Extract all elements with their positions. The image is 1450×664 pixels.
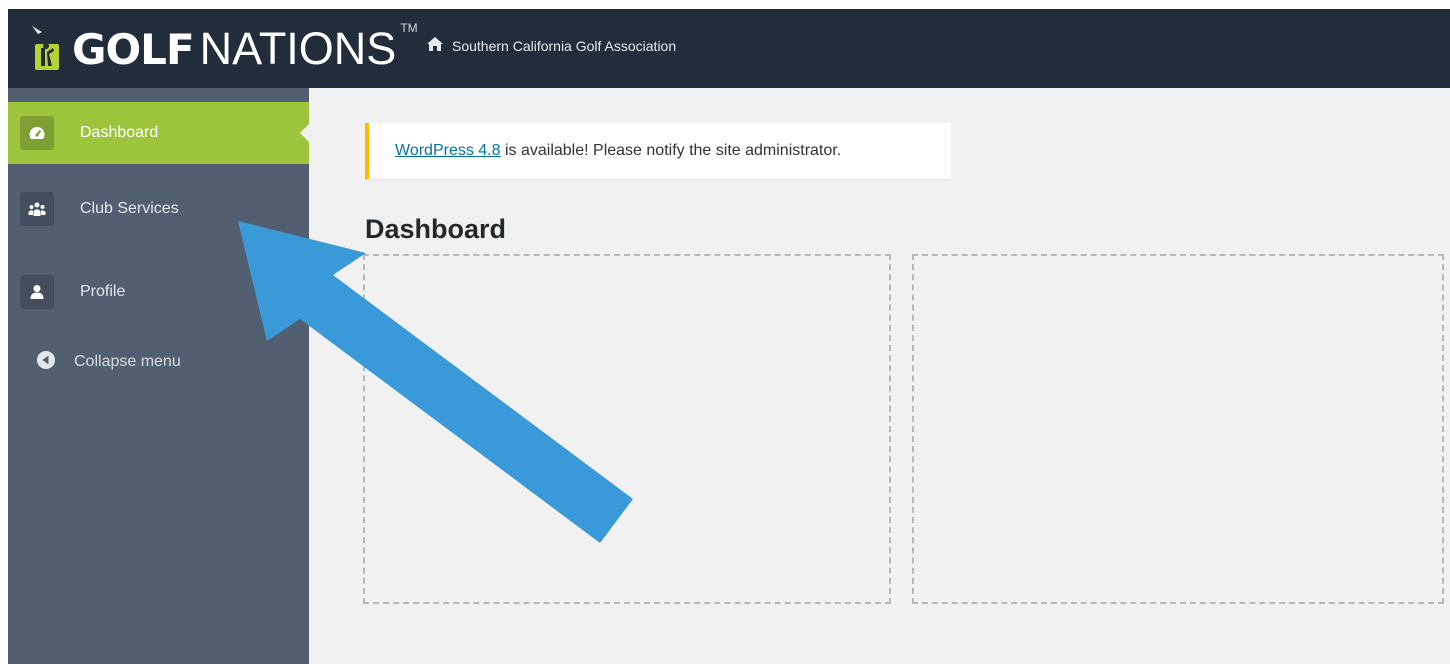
notice-message: is available! Please notify the site adm…: [500, 142, 842, 159]
logo-trademark: TM: [400, 21, 418, 35]
sidebar-item-club-services[interactable]: Club Services: [8, 178, 309, 240]
admin-sidebar: Dashboard Club Services Profile Collapse…: [8, 88, 309, 664]
logo-text-golf: GOLF: [72, 24, 195, 74]
update-notice: WordPress 4.8 is available! Please notif…: [365, 123, 951, 179]
user-icon: [20, 275, 54, 309]
logo-text-nations: NATIONS: [199, 23, 397, 74]
golfnations-logo[interactable]: GOLF NATIONS TM: [30, 19, 418, 79]
app-frame: GOLF NATIONS TM Southern California Golf…: [8, 9, 1450, 664]
dashboard-widget-dropzone-1[interactable]: [363, 254, 891, 604]
golfer-logo-icon: [30, 26, 64, 72]
site-name: Southern California Golf Association: [452, 37, 677, 54]
collapse-menu-label: Collapse menu: [74, 353, 181, 370]
active-caret: [300, 124, 309, 142]
top-bar: GOLF NATIONS TM Southern California Golf…: [8, 9, 1450, 88]
collapse-menu-button[interactable]: Collapse menu: [36, 350, 181, 374]
group-people-icon: [20, 192, 54, 226]
notice-text: WordPress 4.8 is available! Please notif…: [395, 142, 841, 160]
sidebar-item-label: Dashboard: [80, 124, 159, 141]
dashboard-widget-dropzone-2[interactable]: [912, 254, 1444, 604]
collapse-arrow-icon: [36, 350, 56, 374]
sidebar-item-dashboard[interactable]: Dashboard: [8, 102, 309, 164]
sidebar-item-label: Club Services: [80, 200, 179, 217]
sidebar-item-label: Profile: [80, 283, 126, 300]
sidebar-item-profile[interactable]: Profile: [8, 261, 309, 323]
page-title: Dashboard: [365, 214, 507, 245]
wordpress-update-link[interactable]: WordPress 4.8: [395, 142, 501, 159]
site-home-link[interactable]: Southern California Golf Association: [426, 36, 676, 55]
home-icon: [426, 36, 452, 55]
dashboard-gauge-icon: [20, 116, 54, 150]
